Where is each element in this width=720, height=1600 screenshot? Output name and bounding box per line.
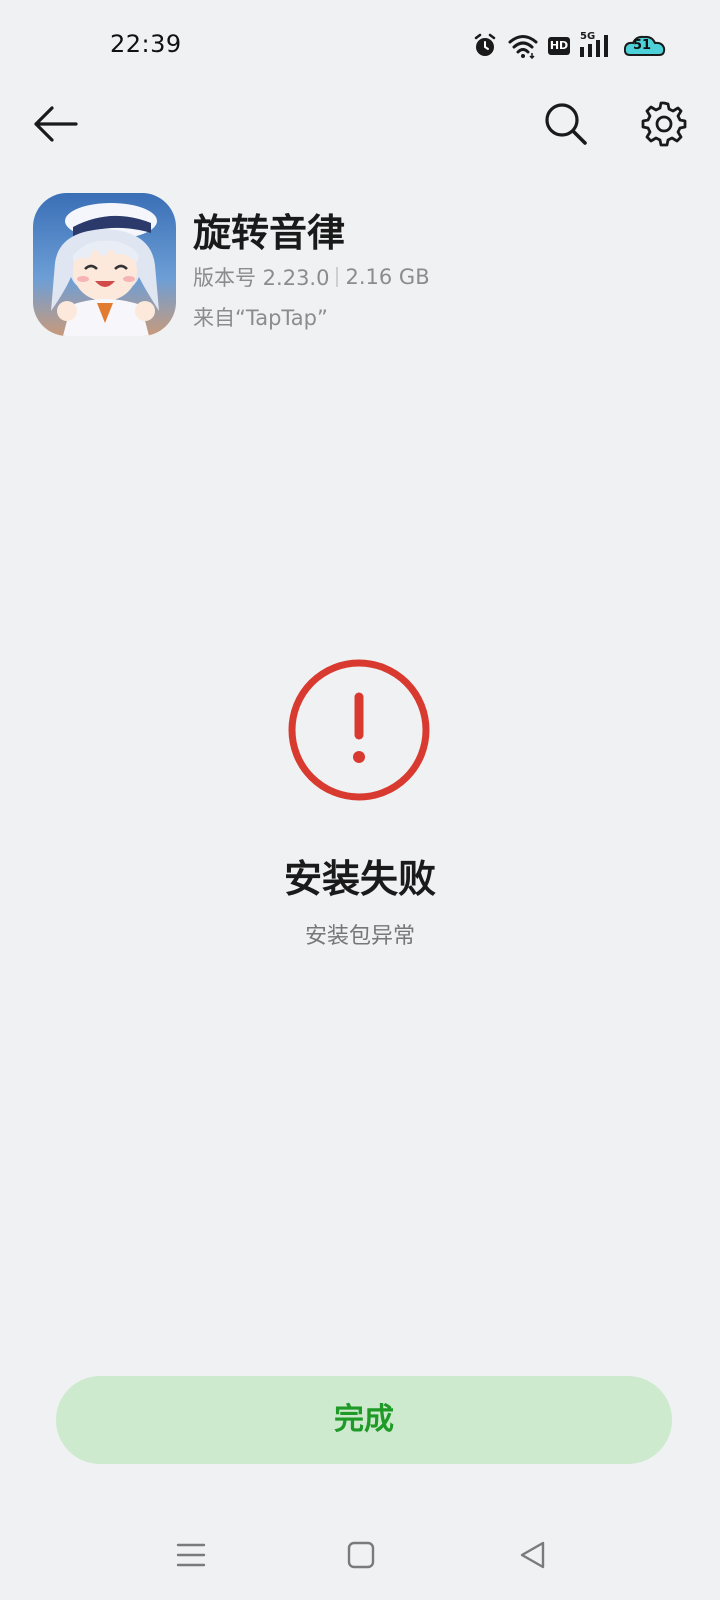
battery-level: 51 xyxy=(632,38,652,53)
app-version: 版本号 2.23.0 xyxy=(193,266,330,290)
app-icon xyxy=(33,193,176,336)
app-name: 旋转音律 xyxy=(193,211,346,255)
navigation-bar xyxy=(0,1526,720,1586)
meta-divider xyxy=(336,267,339,287)
app-meta: 版本号 2.23.0 2.16 GB xyxy=(193,262,430,292)
search-icon xyxy=(545,103,587,145)
result-title: 安装失败 xyxy=(283,857,436,901)
battery-icon: 51 xyxy=(624,33,668,59)
status-icons: HD 5G 51 xyxy=(472,30,668,62)
app-size: 2.16 GB xyxy=(345,265,430,289)
nav-menu-button[interactable] xyxy=(174,1538,208,1572)
settings-button[interactable] xyxy=(640,100,688,148)
home-square-icon xyxy=(347,1541,375,1569)
app-source: 来自“TapTap” xyxy=(193,306,328,330)
done-button[interactable]: 完成 xyxy=(56,1376,672,1464)
result-reason: 安装包异常 xyxy=(304,924,415,949)
gear-icon xyxy=(641,101,687,147)
search-button[interactable] xyxy=(542,100,590,148)
nav-home-button[interactable] xyxy=(344,1538,378,1572)
error-exclamation-icon xyxy=(286,657,432,803)
signal-5g-icon: 5G xyxy=(580,31,614,59)
hd-icon: HD xyxy=(548,37,570,55)
arrow-left-icon xyxy=(34,106,78,142)
alarm-icon xyxy=(472,33,498,59)
wifi-icon xyxy=(508,33,538,59)
menu-icon xyxy=(176,1543,206,1567)
back-triangle-icon xyxy=(520,1541,545,1569)
status-time: 22:39 xyxy=(110,30,182,58)
back-button[interactable] xyxy=(30,102,80,146)
nav-back-button[interactable] xyxy=(516,1538,550,1572)
status-bar: 22:39 HD 5G 51 xyxy=(0,0,720,92)
toolbar xyxy=(0,92,720,156)
